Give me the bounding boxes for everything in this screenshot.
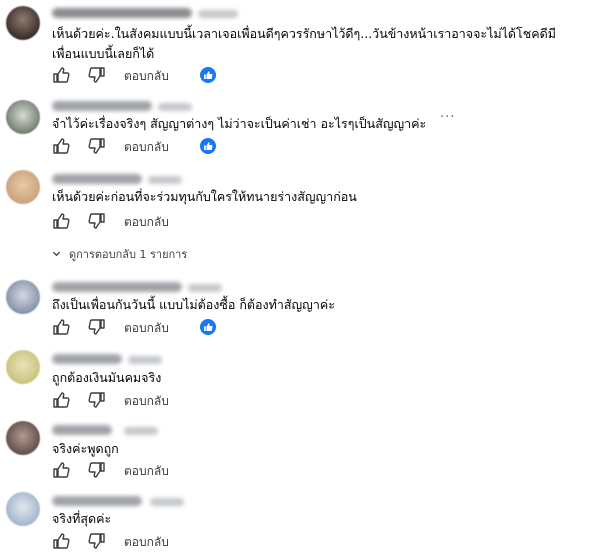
thumbs-down-icon[interactable]: [88, 212, 106, 230]
thumbs-down-icon[interactable]: [88, 137, 106, 155]
commenter-name-blurred[interactable]: [52, 354, 122, 364]
reply-button[interactable]: ตอบกลับ: [124, 462, 169, 481]
commenter-name-blurred[interactable]: [52, 496, 142, 506]
commenter-name-blurred[interactable]: [52, 282, 182, 292]
comment-text: เห็นด้วยค่ะก่อนที่จะร่วมทุนกับใครให้ทนาย…: [52, 187, 357, 207]
avatar[interactable]: [6, 492, 40, 526]
comment-line: เห็นด้วยค่ะก่อนที่จะร่วมทุนกับใครให้ทนาย…: [52, 189, 357, 204]
reply-button[interactable]: ตอบกลับ: [124, 213, 169, 232]
comment-actions: ตอบกลับ: [52, 391, 242, 409]
commenter-name-blurred[interactable]: [52, 101, 152, 111]
thumbs-up-icon[interactable]: [52, 461, 70, 479]
comment-text: จริงที่สุดค่ะ: [52, 509, 111, 529]
thumbs-down-icon[interactable]: [88, 461, 106, 479]
like-reaction-icon[interactable]: [200, 67, 216, 83]
comment-text: เห็นด้วยค่ะ.ในสังคมแบบนี้เวลาเจอเพื่อนดี…: [52, 24, 556, 64]
comment-line: เห็นด้วยค่ะ.ในสังคมแบบนี้เวลาเจอเพื่อนดี…: [52, 26, 556, 41]
comment-meta-blurred: [198, 10, 238, 18]
view-replies-label: ดูการตอบกลับ 1 รายการ: [69, 248, 188, 261]
like-reaction-icon[interactable]: [200, 319, 216, 335]
reply-button[interactable]: ตอบกลับ: [124, 138, 169, 157]
reply-button[interactable]: ตอบกลับ: [124, 319, 169, 338]
reply-button[interactable]: ตอบกลับ: [124, 392, 169, 411]
thumbs-down-icon[interactable]: [88, 532, 106, 550]
avatar[interactable]: [6, 421, 40, 455]
view-replies-link[interactable]: ดูการตอบกลับ 1 รายการ: [52, 245, 187, 263]
thumbs-up-icon[interactable]: [52, 66, 70, 84]
avatar[interactable]: [6, 170, 40, 204]
comment-line: ถึงเป็นเพื่อนกันวันนี้ แบบไม่ต้องซื้อ ก็…: [52, 297, 335, 312]
thumbs-up-icon[interactable]: [52, 137, 70, 155]
avatar[interactable]: [6, 6, 40, 40]
reply-button[interactable]: ตอบกลับ: [124, 67, 169, 86]
thumbs-up-icon[interactable]: [52, 318, 70, 336]
thumbs-up-icon[interactable]: [52, 532, 70, 550]
comment-actions: ตอบกลับ: [52, 318, 242, 336]
comment-actions: ตอบกลับ: [52, 66, 242, 84]
avatar[interactable]: [6, 350, 40, 384]
comment-text: ถึงเป็นเพื่อนกันวันนี้ แบบไม่ต้องซื้อ ก็…: [52, 295, 335, 315]
comment-text: จำไว้ค่ะเรื่องจริงๆ สัญญาต่างๆ ไม่ว่าจะเ…: [52, 114, 426, 134]
thumbs-down-icon[interactable]: [88, 318, 106, 336]
comment-meta-blurred: [128, 356, 162, 364]
comment-line: เพื่อนแบบนี้เลยก็ได้: [52, 46, 155, 61]
comment-line: ถูกต้องเงินมันคมจริง: [52, 370, 162, 385]
thumbs-down-icon[interactable]: [88, 391, 106, 409]
comment-line: จำไว้ค่ะเรื่องจริงๆ สัญญาต่างๆ ไม่ว่าจะเ…: [52, 116, 427, 131]
thumbs-up-icon[interactable]: [52, 391, 70, 409]
comment-meta-blurred: [150, 498, 184, 506]
comment-meta-blurred: [148, 176, 182, 184]
thumbs-up-icon[interactable]: [52, 212, 70, 230]
like-reaction-icon[interactable]: [200, 138, 216, 154]
reply-button[interactable]: ตอบกลับ: [124, 533, 169, 552]
comment-meta-blurred: [158, 103, 192, 111]
commenter-name-blurred[interactable]: [52, 174, 142, 184]
commenter-name-blurred[interactable]: [52, 425, 112, 435]
comment-line: จริงที่สุดค่ะ: [52, 511, 112, 526]
comment-text: ถูกต้องเงินมันคมจริง: [52, 368, 161, 388]
comment-meta-blurred: [124, 427, 158, 435]
avatar[interactable]: [6, 100, 40, 134]
thumbs-down-icon[interactable]: [88, 66, 106, 84]
comment-actions: ตอบกลับ: [52, 532, 242, 550]
more-options-icon[interactable]: ···: [440, 110, 455, 125]
comment-meta-blurred: [188, 284, 222, 292]
commenter-name-blurred[interactable]: [52, 8, 192, 18]
comment-line: จริงค่ะพูดถูก: [52, 441, 119, 456]
chevron-down-icon: [52, 248, 61, 261]
comment-actions: ตอบกลับ: [52, 212, 242, 230]
comment-actions: ตอบกลับ: [52, 461, 242, 479]
comment-actions: ตอบกลับ: [52, 137, 242, 155]
comment-text: จริงค่ะพูดถูก: [52, 439, 119, 459]
avatar[interactable]: [6, 280, 40, 314]
